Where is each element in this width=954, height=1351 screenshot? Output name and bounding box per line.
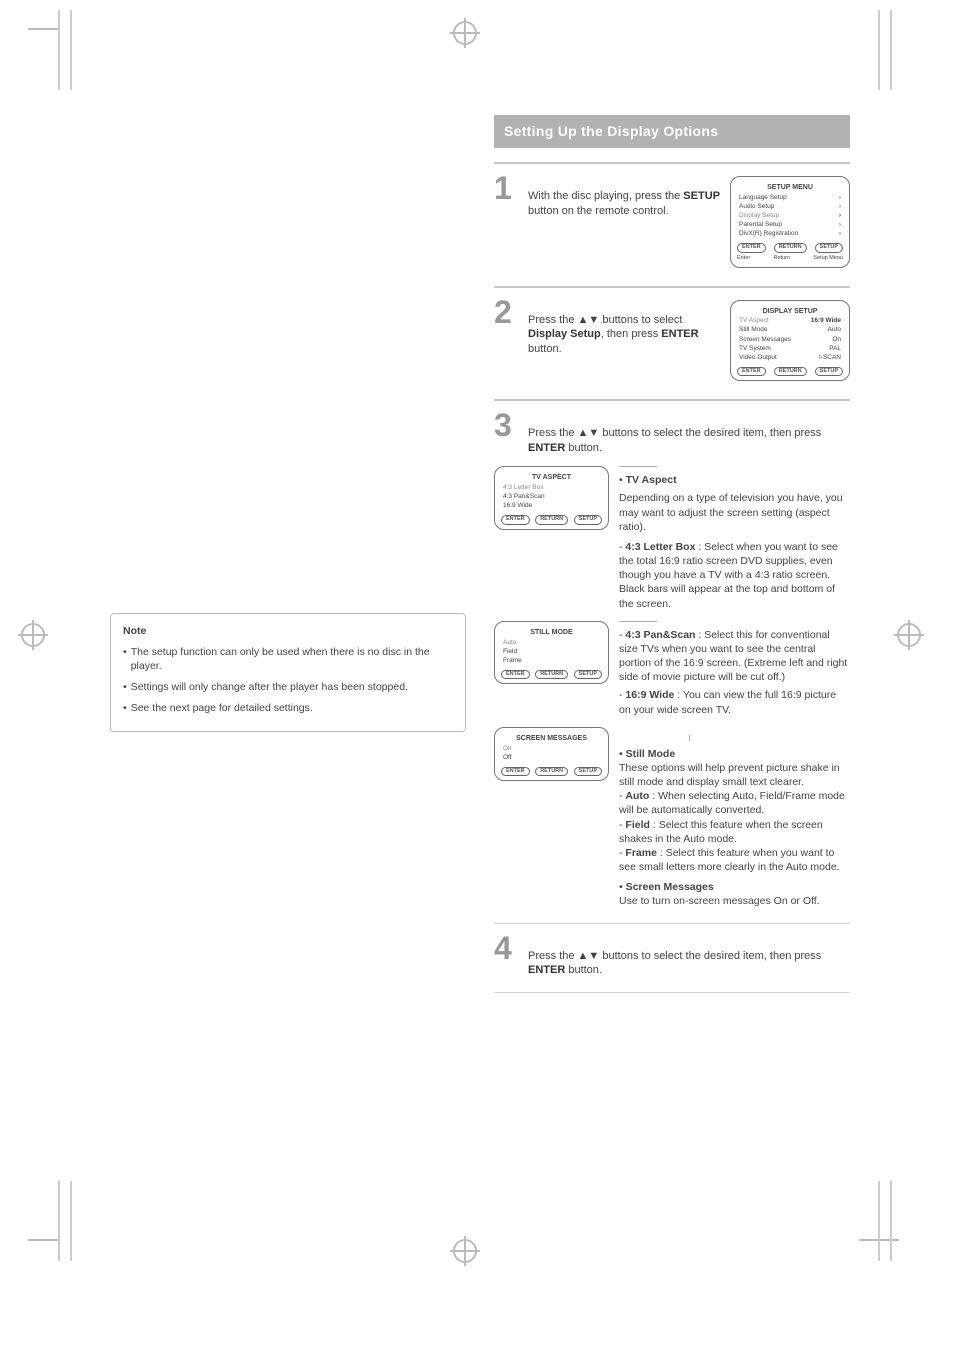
- registration-mark-top: [450, 18, 480, 48]
- osd-return-button: RETURN: [774, 367, 807, 377]
- step-2: DISPLAY SETUP TV Aspect16:9 Wide Still M…: [494, 296, 850, 386]
- note-title: Note: [123, 624, 453, 639]
- section-heading: Setting Up the Display Options: [494, 115, 850, 148]
- osd-setup-button: SETUP: [574, 515, 602, 525]
- osd-enter-button: ENTER: [501, 670, 530, 680]
- step-4-text: Press the ▲▼ buttons to select the desir…: [528, 945, 850, 979]
- step-1-text: With the disc playing, press the SETUP b…: [528, 185, 720, 219]
- osd-screen-messages: SCREEN MESSAGES On Off ENTER RETURN SETU…: [494, 727, 609, 782]
- content-columns: Note The setup function can only be used…: [110, 115, 850, 1001]
- osd-setup-button: SETUP: [815, 367, 843, 377]
- osd-setup-menu: SETUP MENU Language Setup› Audio Setup› …: [730, 176, 850, 268]
- step-2-number: 2: [494, 296, 520, 328]
- osd-setup-button: SETUP: [574, 767, 602, 777]
- osd-return-button: RETURN: [535, 515, 568, 525]
- osd-tv-aspect: TV ASPECT 4:3 Letter Box 4:3 Pan&Scan 16…: [494, 466, 609, 530]
- registration-mark-bottom: [450, 1236, 480, 1266]
- note-item-1: The setup function can only be used when…: [123, 645, 453, 674]
- step-1-number: 1: [494, 172, 520, 204]
- detail-screen-messages: SCREEN MESSAGES On Off ENTER RETURN SETU…: [494, 727, 850, 909]
- page: Note The setup function can only be used…: [0, 0, 954, 1351]
- osd-setup-button: SETUP: [815, 243, 843, 253]
- spine-mark-bottom-right: [878, 1181, 892, 1261]
- note-box: Note The setup function can only be used…: [110, 613, 466, 732]
- spine-mark-bottom-left: [58, 1181, 72, 1261]
- arrow-up-down-icon: ▲▼: [578, 949, 600, 964]
- step-3-text: Press the ▲▼ buttons to select the desir…: [528, 422, 850, 456]
- registration-mark-left: [18, 620, 48, 650]
- step-2-text: Press the ▲▼ buttons to select Display S…: [528, 309, 720, 358]
- step-3: 3 Press the ▲▼ buttons to select the des…: [494, 409, 850, 908]
- osd-return-button: RETURN: [535, 767, 568, 777]
- step-3-number: 3: [494, 409, 520, 441]
- step-4: 4 Press the ▲▼ buttons to select the des…: [494, 932, 850, 979]
- osd-display-setup: DISPLAY SETUP TV Aspect16:9 Wide Still M…: [730, 300, 850, 382]
- osd-enter-button: ENTER: [501, 515, 530, 525]
- right-column: Setting Up the Display Options SETUP MEN…: [494, 115, 850, 1001]
- detail-still-mode: STILL MODE Auto Field Frame ENTER RETURN…: [494, 621, 850, 717]
- osd-still-mode: STILL MODE Auto Field Frame ENTER RETURN…: [494, 621, 609, 685]
- left-column: Note The setup function can only be used…: [110, 115, 466, 1001]
- osd-setup-button: SETUP: [574, 670, 602, 680]
- spine-mark-top-right: [878, 10, 892, 90]
- note-item-3: See the next page for detailed settings.: [123, 701, 453, 716]
- spine-mark-top-left: [58, 10, 72, 90]
- osd-return-button: RETURN: [535, 670, 568, 680]
- step-1: SETUP MENU Language Setup› Audio Setup› …: [494, 172, 850, 272]
- registration-mark-right: [894, 620, 924, 650]
- osd-return-button: RETURN: [774, 243, 807, 253]
- arrow-up-down-icon: ▲▼: [578, 426, 600, 441]
- detail-tv-aspect: TV ASPECT 4:3 Letter Box 4:3 Pan&Scan 16…: [494, 466, 850, 611]
- note-item-2: Settings will only change after the play…: [123, 680, 453, 695]
- osd-enter-button: ENTER: [501, 767, 530, 777]
- arrow-up-down-icon: ▲▼: [578, 313, 600, 328]
- osd-enter-button: ENTER: [737, 367, 766, 377]
- osd-enter-button: ENTER: [737, 243, 766, 253]
- step-4-number: 4: [494, 932, 520, 964]
